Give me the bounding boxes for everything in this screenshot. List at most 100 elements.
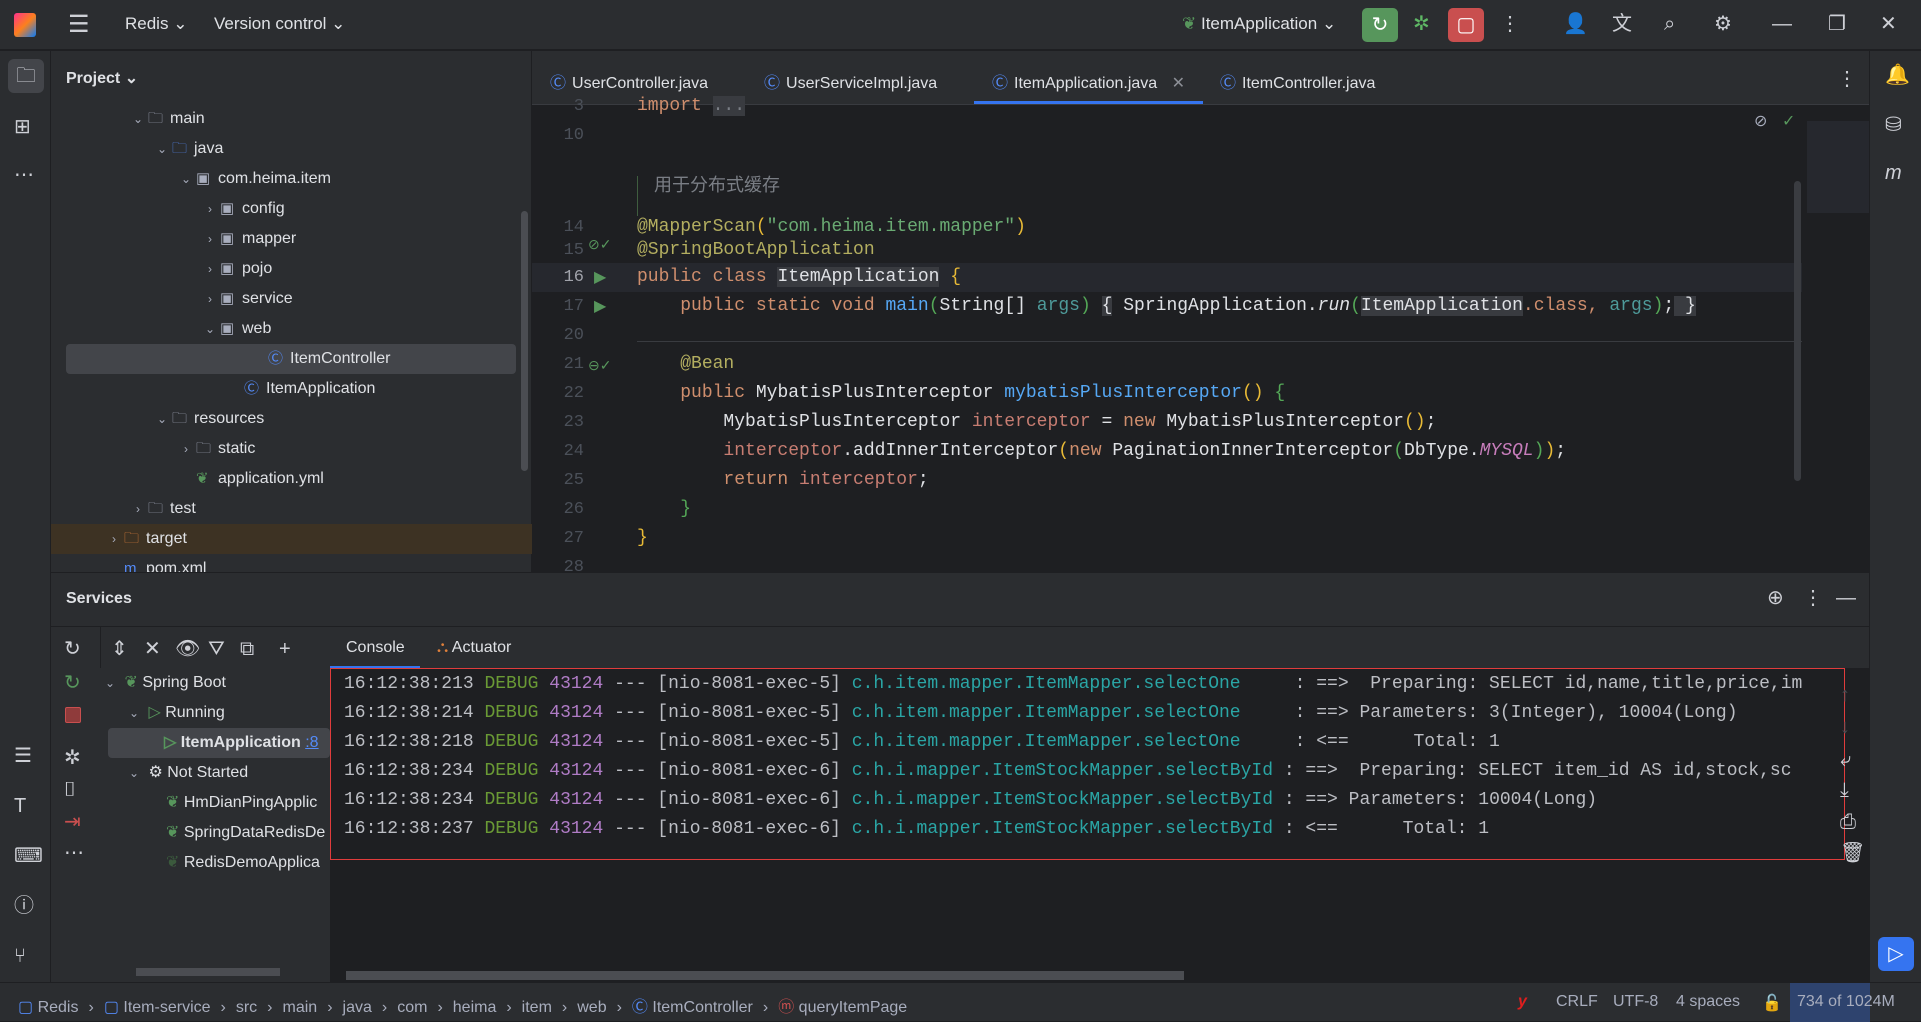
- tree-not-started[interactable]: ⌄ ⚙ Not Started: [124, 758, 248, 788]
- run-main-gutter-icon[interactable]: ▶: [594, 292, 606, 321]
- editor-scrollbar[interactable]: [1794, 181, 1801, 481]
- project-tool-icon[interactable]: 🗀: [8, 59, 44, 93]
- snapshot-icon[interactable]: ⌷: [64, 780, 76, 800]
- reader-mode-icon[interactable]: ⊘: [1754, 111, 1767, 131]
- scroll-up-icon[interactable]: ↑: [1840, 685, 1850, 705]
- more-icon[interactable]: ⋮: [1500, 14, 1520, 34]
- run-config-dropdown[interactable]: ❦ ItemApplication ⌄: [1182, 14, 1336, 34]
- tab-item-controller[interactable]: Ⓒ ItemController.java: [1220, 69, 1375, 93]
- soft-wrap-icon[interactable]: ⤶: [1840, 750, 1851, 770]
- filter-icon[interactable]: ⛛: [208, 639, 225, 659]
- tree-scrollbar[interactable]: [136, 968, 280, 976]
- port-link[interactable]: :8: [305, 734, 318, 751]
- tree-running[interactable]: ⌄ ▷ Running: [124, 698, 225, 728]
- breadcrumb-item[interactable]: com: [397, 999, 427, 1016]
- options-icon[interactable]: ⋮: [1803, 588, 1823, 608]
- breadcrumb-item[interactable]: ⓜ queryItemPage: [778, 999, 907, 1016]
- tree-item[interactable]: › 🗀 static: [51, 434, 516, 464]
- tree-item[interactable]: Ⓒ ItemController: [66, 344, 516, 374]
- console-output[interactable]: 16:12:38:213 DEBUG 43124 --- [nio-8081-e…: [330, 668, 1869, 982]
- view-options-icon[interactable]: 👁: [175, 639, 200, 659]
- breadcrumb-item[interactable]: main: [283, 999, 318, 1016]
- breadcrumb-item[interactable]: ▢ Redis: [18, 999, 78, 1016]
- spring-bean-gutter-icon[interactable]: ⊘✓: [588, 236, 611, 253]
- build-icon[interactable]: T: [14, 796, 26, 816]
- tree-hm-dianping[interactable]: ❦ HmDianPingApplic: [166, 788, 330, 818]
- exit-icon[interactable]: ⇥: [64, 812, 81, 832]
- chevron-down-icon[interactable]: ⌄: [152, 404, 172, 434]
- database-icon[interactable]: ⛁: [1885, 115, 1902, 135]
- attach-debugger-icon[interactable]: ✲: [64, 748, 81, 768]
- debug-button[interactable]: ✲: [1413, 14, 1430, 34]
- git-icon[interactable]: ⑂: [14, 946, 26, 966]
- breadcrumb-item[interactable]: heima: [453, 999, 497, 1016]
- tree-item[interactable]: › ▣ pojo: [51, 254, 516, 284]
- add-service-icon[interactable]: +: [279, 639, 291, 659]
- tree-item[interactable]: ⌄ 🗀 resources: [51, 404, 516, 434]
- close-tab-icon[interactable]: ✕: [1172, 75, 1185, 92]
- indent[interactable]: 4 spaces: [1676, 993, 1740, 1011]
- maven-icon[interactable]: m: [1885, 163, 1902, 183]
- collapse-all-icon[interactable]: ✕: [144, 639, 161, 659]
- locate-icon[interactable]: ⊕: [1767, 588, 1784, 608]
- bean-gutter-icon[interactable]: ⊖✓: [588, 351, 611, 380]
- tab-user-service-impl[interactable]: Ⓒ UserServiceImpl.java: [764, 69, 937, 93]
- tab-console[interactable]: Console: [346, 639, 405, 657]
- tree-item[interactable]: › ▣ service: [51, 284, 516, 314]
- problems-icon[interactable]: ⓘ: [14, 896, 34, 916]
- breadcrumb-item[interactable]: java: [343, 999, 372, 1016]
- tree-item[interactable]: › 🗀 target: [51, 524, 532, 554]
- chevron-right-icon[interactable]: ›: [104, 524, 124, 554]
- tab-item-application[interactable]: Ⓒ ItemApplication.java ✕: [973, 69, 1204, 104]
- tree-item[interactable]: Ⓒ ItemApplication: [51, 374, 516, 404]
- scroll-down-icon[interactable]: ↓: [1840, 717, 1850, 737]
- tree-item[interactable]: ⌄ ▣ com.heima.item: [51, 164, 516, 194]
- breadcrumb-item[interactable]: web: [577, 999, 606, 1016]
- chevron-right-icon[interactable]: ›: [200, 254, 220, 284]
- stop-button[interactable]: ▢: [1448, 8, 1484, 42]
- more-tools-icon[interactable]: ⋯: [14, 165, 34, 185]
- minimize-button[interactable]: —: [1772, 14, 1792, 34]
- tree-spring-boot[interactable]: ⌄ ❦ Spring Boot: [100, 668, 330, 698]
- print-icon[interactable]: ⎙: [1840, 812, 1856, 832]
- tree-item[interactable]: ❦ application.yml: [51, 464, 516, 494]
- chevron-right-icon[interactable]: ›: [200, 224, 220, 254]
- vcs-dropdown[interactable]: Version control ⌄: [214, 14, 345, 34]
- minimap[interactable]: [1807, 121, 1869, 213]
- tree-item[interactable]: ⌄ 🗀 main: [51, 104, 516, 134]
- plugin-icon[interactable]: y: [1518, 993, 1527, 1011]
- tab-actuator[interactable]: ⛬ Actuator: [437, 639, 511, 657]
- chevron-right-icon[interactable]: ›: [176, 434, 196, 464]
- rerun-icon[interactable]: ↻: [64, 639, 81, 659]
- restore-button[interactable]: ❐: [1828, 14, 1846, 34]
- clear-icon[interactable]: 🗑: [1840, 843, 1865, 863]
- chevron-right-icon[interactable]: ›: [200, 194, 220, 224]
- breadcrumb-item[interactable]: src: [236, 999, 257, 1016]
- close-button[interactable]: ✕: [1880, 14, 1897, 34]
- hide-panel-icon[interactable]: —: [1836, 588, 1856, 608]
- chevron-right-icon[interactable]: ›: [128, 494, 148, 524]
- tree-item-application[interactable]: ▷ ItemApplication :8: [108, 728, 330, 758]
- rerun-button[interactable]: ↻: [1362, 8, 1398, 42]
- notifications-icon[interactable]: 🔔: [1885, 65, 1910, 85]
- chevron-down-icon[interactable]: ⌄: [128, 104, 148, 134]
- translate-icon[interactable]: 文: [1612, 14, 1632, 34]
- lock-icon[interactable]: 🔓: [1762, 993, 1782, 1013]
- tree-item[interactable]: › 🗀 test: [51, 494, 516, 524]
- add-user-icon[interactable]: 👤: [1563, 14, 1588, 34]
- expand-all-icon[interactable]: ⇕: [111, 639, 128, 659]
- new-tab-icon[interactable]: ⧉: [240, 639, 254, 659]
- project-panel-title[interactable]: Project ⌄: [66, 68, 138, 88]
- scroll-to-end-icon[interactable]: ⤓: [1840, 780, 1849, 800]
- chevron-down-icon[interactable]: ⌄: [176, 164, 196, 194]
- more-actions-icon[interactable]: ⋯: [64, 843, 84, 863]
- tree-spring-data-redis[interactable]: ❦ SpringDataRedisDe: [166, 818, 330, 848]
- settings-icon[interactable]: ⚙: [1714, 14, 1732, 34]
- memory-indicator[interactable]: 734 of 1024M: [1797, 993, 1895, 1011]
- tree-item[interactable]: › ▣ config: [51, 194, 516, 224]
- project-scrollbar[interactable]: [521, 211, 528, 471]
- tab-user-controller[interactable]: Ⓒ UserController.java: [550, 69, 708, 93]
- tree-item[interactable]: › ▣ mapper: [51, 224, 516, 254]
- intellij-logo-icon[interactable]: [14, 13, 36, 37]
- run-gutter-icon[interactable]: ▶: [594, 263, 606, 292]
